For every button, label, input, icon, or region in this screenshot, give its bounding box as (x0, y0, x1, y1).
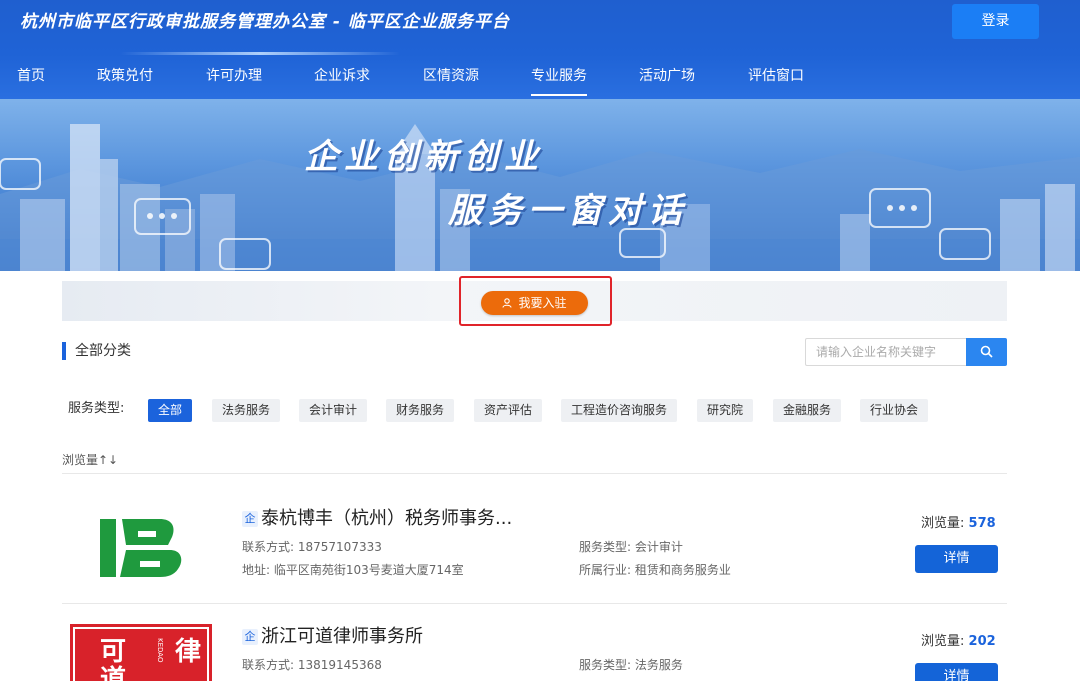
user-icon (502, 292, 513, 316)
nav-item-home[interactable]: 首页 (17, 64, 45, 99)
nav-item-activities[interactable]: 活动广场 (639, 64, 695, 99)
nav-item-resources[interactable]: 区情资源 (423, 64, 479, 99)
join-button-label: 我要入驻 (518, 296, 567, 310)
sort-by-views[interactable]: 浏览量↑↓ (62, 451, 118, 469)
filter-chip-legal[interactable]: 法务服务 (212, 399, 281, 422)
search-icon (980, 345, 993, 358)
service-type-label: 服务类型: (68, 401, 125, 416)
search-button[interactable] (966, 338, 1007, 366)
svg-text:KEDAO: KEDAO (156, 638, 164, 663)
filter-chip-all[interactable]: 全部 (148, 399, 193, 422)
hero-banner: 企业创新创业 服务一窗对话 (0, 99, 1080, 271)
site-title: 杭州市临平区行政审批服务管理办公室 - 临平区企业服务平台 (20, 12, 510, 32)
views-count: 202 (968, 634, 996, 649)
main-nav: 首页 政策兑付 许可办理 企业诉求 区情资源 专业服务 活动广场 评估窗口 (0, 64, 1080, 99)
login-button[interactable]: 登录 (952, 4, 1039, 39)
top-header: 杭州市临平区行政审批服务管理办公室 - 临平区企业服务平台 登录 首页 政策兑付… (0, 0, 1080, 99)
category-accent-bar (62, 342, 66, 360)
detail-button[interactable]: 详情 (915, 545, 998, 573)
company-views: 浏览量: 202 (921, 634, 996, 649)
filter-chip-institute[interactable]: 研究院 (697, 399, 754, 422)
nav-item-license[interactable]: 许可办理 (206, 64, 262, 99)
company-name[interactable]: 企浙江可道律师事务所 (242, 625, 423, 649)
svg-text:律: 律 (175, 637, 201, 667)
filter-chip-industry-association[interactable]: 行业协会 (860, 399, 929, 422)
company-contact: 联系方式: 18757107333 (242, 540, 382, 554)
company-name-text: 浙江可道律师事务所 (261, 626, 423, 647)
join-button[interactable]: 我要入驻 (481, 291, 588, 315)
company-name-text: 泰杭博丰（杭州）税务师事务... (261, 508, 513, 529)
company-search-input[interactable] (805, 338, 967, 366)
nav-item-appeal[interactable]: 企业诉求 (314, 64, 370, 99)
company-logo-kedao: 可 律 道 KEDAO (70, 624, 212, 681)
category-title: 全部分类 (75, 343, 131, 359)
nav-item-evaluation[interactable]: 评估窗口 (748, 64, 804, 99)
filter-chip-financial-services[interactable]: 金融服务 (773, 399, 842, 422)
filter-chip-cost-consulting[interactable]: 工程造价咨询服务 (561, 399, 678, 422)
svg-text:道: 道 (100, 664, 126, 681)
company-logo-taihang (98, 517, 184, 579)
enterprise-badge: 企 (242, 511, 258, 527)
list-divider (62, 603, 1007, 604)
company-views: 浏览量: 578 (921, 516, 996, 531)
company-address: 地址: 临平区南苑街103号麦道大厦714室 (242, 563, 464, 577)
detail-button[interactable]: 详情 (915, 663, 998, 681)
filter-chip-audit[interactable]: 会计审计 (299, 399, 368, 422)
title-underline-glow (120, 52, 400, 55)
nav-item-professional-services[interactable]: 专业服务 (531, 64, 587, 99)
nav-item-policy[interactable]: 政策兑付 (97, 64, 153, 99)
company-name[interactable]: 企泰杭博丰（杭州）税务师事务... (242, 507, 512, 531)
enterprise-badge: 企 (242, 629, 258, 645)
filter-chip-asset-evaluation[interactable]: 资产评估 (474, 399, 543, 422)
views-count: 578 (968, 516, 996, 531)
list-divider (62, 473, 1007, 474)
banner-headline-1: 企业创新创业 (304, 137, 544, 177)
company-industry: 所属行业: 租赁和商务服务业 (579, 563, 731, 577)
company-service-type: 服务类型: 法务服务 (579, 658, 683, 672)
company-service-type: 服务类型: 会计审计 (579, 540, 683, 554)
company-contact: 联系方式: 13819145368 (242, 658, 382, 672)
filter-chip-finance[interactable]: 财务服务 (386, 399, 455, 422)
svg-text:可: 可 (100, 637, 126, 667)
banner-headline-2: 服务一窗对话 (448, 191, 688, 231)
